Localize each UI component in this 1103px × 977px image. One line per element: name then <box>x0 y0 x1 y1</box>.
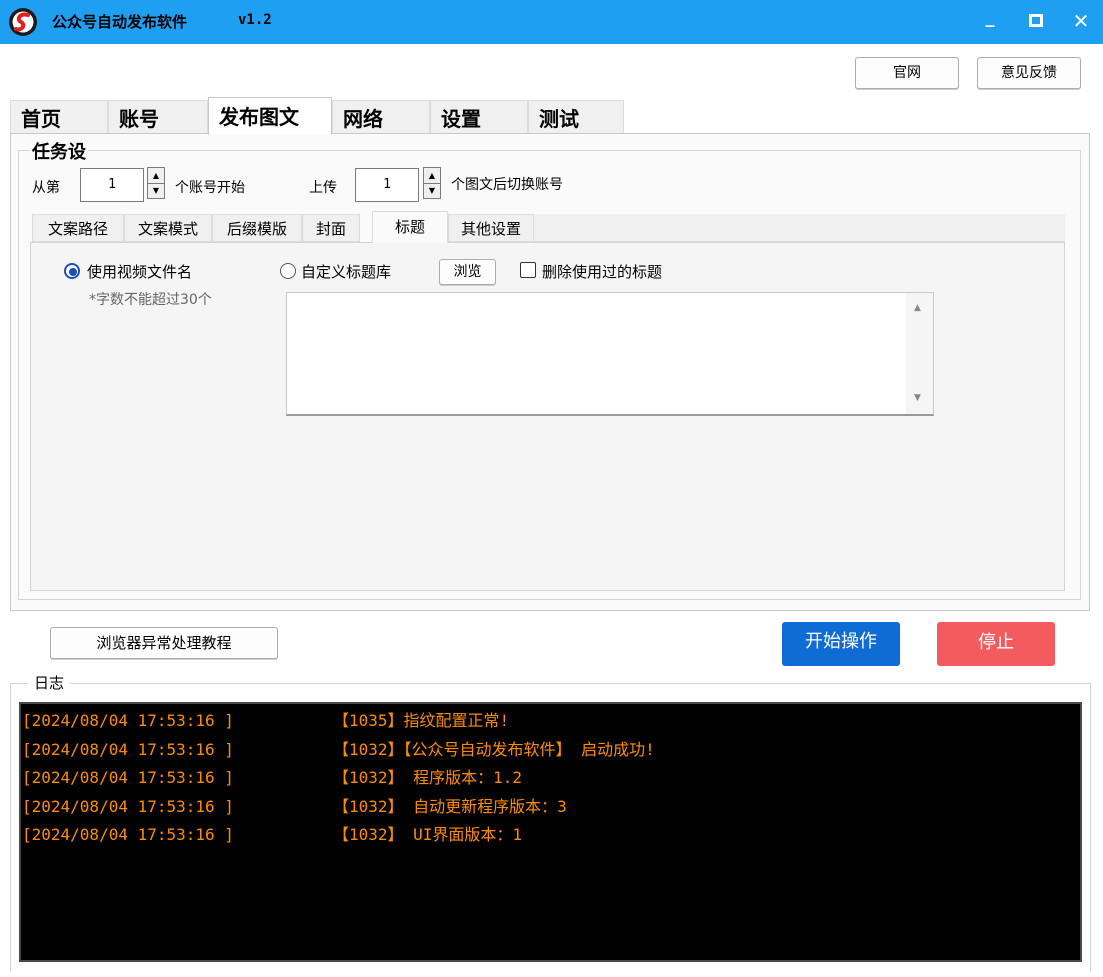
subtab-suffix-template[interactable]: 后缀模版 <box>212 214 302 242</box>
maximize-button[interactable] <box>1019 6 1053 36</box>
subtab-copy-path[interactable]: 文案路径 <box>32 214 124 242</box>
start-account-suffix: 个账号开始 <box>175 180 245 196</box>
delete-used-label: 删除使用过的标题 <box>542 263 663 281</box>
tab-settings[interactable]: 设置 <box>430 100 528 134</box>
subtab-bar-filler <box>534 214 1065 242</box>
upload-label: 上传 <box>309 180 337 196</box>
from-label: 从第 <box>32 180 60 196</box>
stepper-up-icon[interactable]: ▲ <box>148 168 164 184</box>
app-version: v1.2 <box>238 12 272 28</box>
use-filename-label: 使用视频文件名 <box>87 263 193 281</box>
tab-home[interactable]: 首页 <box>10 100 108 134</box>
tab-publish[interactable]: 发布图文 <box>208 97 332 135</box>
app-title: 公众号自动发布软件 <box>52 13 188 31</box>
start-account-stepper[interactable]: ▲ ▼ <box>147 167 165 199</box>
stop-button[interactable]: 停止 <box>937 622 1055 666</box>
log-line: [2024/08/04 17:53:16 ] 【1032】 自动更新程序版本：3 <box>21 793 1080 822</box>
task-settings-legend: 任务设 <box>30 138 88 164</box>
log-output[interactable]: [2024/08/04 17:53:16 ] 【1035】指纹配置正常! [202… <box>19 702 1082 962</box>
stepper-down-icon[interactable]: ▼ <box>148 183 164 198</box>
tab-test[interactable]: 测试 <box>528 100 624 134</box>
log-message: 【1032】 程序版本：1.2 <box>333 768 523 787</box>
log-time: [2024/08/04 17:53:16 ] <box>22 796 234 816</box>
delete-used-checkbox[interactable] <box>520 262 536 278</box>
subtab-other-settings[interactable]: 其他设置 <box>448 214 534 242</box>
stepper-down-icon[interactable]: ▼ <box>424 183 440 198</box>
feedback-button[interactable]: 意见反馈 <box>977 57 1081 89</box>
app-logo-icon <box>9 8 37 36</box>
log-line: [2024/08/04 17:53:16 ] 【1032】【公众号自动发布软件】 … <box>21 736 1080 765</box>
log-time: [2024/08/04 17:53:16 ] <box>22 739 234 759</box>
log-line: [2024/08/04 17:53:16 ] 【1032】 程序版本：1.2 <box>21 764 1080 793</box>
log-message: 【1032】【公众号自动发布软件】 启动成功! <box>333 739 655 759</box>
log-time: [2024/08/04 17:53:16 ] <box>22 768 234 787</box>
start-account-input[interactable]: 1 <box>80 168 144 202</box>
title-library-textarea[interactable] <box>286 292 934 416</box>
maximize-icon <box>1029 14 1043 27</box>
main-tab-bar: 首页 账号 发布图文 网络 设置 测试 <box>10 97 1090 135</box>
subtab-title[interactable]: 标题 <box>372 211 448 243</box>
switch-count-stepper[interactable]: ▲ ▼ <box>423 167 441 199</box>
minimize-button[interactable]: _ <box>973 6 1007 36</box>
log-message: 【1032】 自动更新程序版本：3 <box>333 796 567 816</box>
browse-button[interactable]: 浏览 <box>439 259 496 285</box>
textarea-scrollbar[interactable]: ▲ ▼ <box>906 293 933 414</box>
scroll-down-icon[interactable]: ▼ <box>914 393 921 403</box>
log-time: [2024/08/04 17:53:16 ] <box>22 825 234 844</box>
use-filename-radio[interactable] <box>64 263 80 279</box>
log-legend: 日志 <box>28 672 71 693</box>
subtab-copy-mode[interactable]: 文案模式 <box>124 214 212 242</box>
log-message: 【1035】指纹配置正常! <box>333 711 510 730</box>
close-button[interactable]: ✕ <box>1064 6 1098 36</box>
website-button[interactable]: 官网 <box>855 57 959 89</box>
switch-count-suffix: 个图文后切换账号 <box>451 177 563 193</box>
log-message: 【1032】 UI界面版本：1 <box>333 825 523 844</box>
custom-library-label: 自定义标题库 <box>301 263 392 281</box>
stepper-up-icon[interactable]: ▲ <box>424 168 440 184</box>
subtab-cover[interactable]: 封面 <box>302 214 360 242</box>
switch-count-input[interactable]: 1 <box>355 168 419 202</box>
log-time: [2024/08/04 17:53:16 ] <box>22 711 234 730</box>
log-line: [2024/08/04 17:53:16 ] 【1032】 UI界面版本：1 <box>21 821 1080 850</box>
log-line: [2024/08/04 17:53:16 ] 【1035】指纹配置正常! <box>21 707 1080 736</box>
title-bar[interactable]: 公众号自动发布软件 v1.2 _ ✕ <box>0 0 1103 44</box>
scroll-up-icon[interactable]: ▲ <box>914 303 921 313</box>
start-button[interactable]: 开始操作 <box>782 622 900 666</box>
tab-network[interactable]: 网络 <box>332 100 430 134</box>
title-length-hint: *字数不能超过30个 <box>89 292 212 308</box>
browser-tutorial-button[interactable]: 浏览器异常处理教程 <box>50 627 278 659</box>
custom-library-radio[interactable] <box>280 263 296 279</box>
tab-account[interactable]: 账号 <box>108 100 208 134</box>
